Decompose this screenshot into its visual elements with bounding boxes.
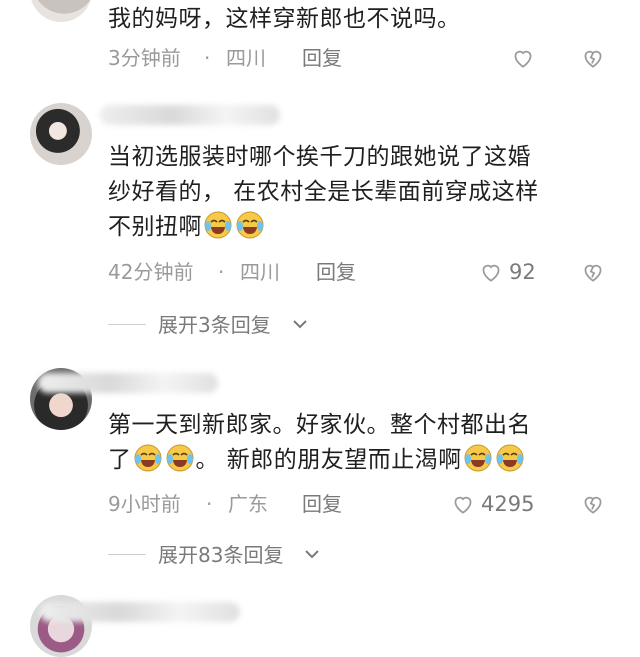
comment-meta: 42分钟前 · 四川 回复 92 <box>108 257 610 287</box>
blurred-username <box>40 602 240 622</box>
crying-laughing-emoji <box>464 444 492 472</box>
separator: · <box>206 492 213 516</box>
comment-text: 当初选服装时哪个挨千刀的跟她说了这婚 纱好看的， 在农村全是长辈面前穿成这样 不… <box>108 140 600 245</box>
comment-line: 不别扭啊 <box>108 214 202 240</box>
reply-button[interactable]: 回复 <box>302 43 342 73</box>
comment-line: 第一天到新郎家。好家伙。整个村都出名 <box>108 412 531 438</box>
avatar[interactable] <box>30 103 92 165</box>
crying-laughing-emoji <box>134 444 161 472</box>
blurred-username <box>38 373 218 393</box>
reply-button[interactable]: 回复 <box>316 257 356 287</box>
reply-button[interactable]: 回复 <box>302 489 342 519</box>
comment-time: 9小时前 <box>108 492 181 516</box>
expand-replies-button[interactable]: 展开3条回复 <box>108 310 368 340</box>
separator: · <box>204 46 211 70</box>
crying-laughing-emoji <box>236 211 264 239</box>
comment-time: 3分钟前 <box>108 46 181 70</box>
heart-outline-icon[interactable] <box>478 259 504 285</box>
expand-replies-label: 展开83条回复 <box>158 543 284 567</box>
comment-text: 我的妈呀，这样穿新郎也不说吗。 <box>108 6 461 32</box>
broken-heart-icon[interactable] <box>580 45 606 71</box>
like-count: 4295 <box>481 492 535 516</box>
comment-time: 42分钟前 <box>108 260 194 284</box>
expand-replies-button[interactable]: 展开83条回复 <box>108 540 368 570</box>
avatar[interactable] <box>30 0 92 22</box>
comment-meta: 3分钟前 · 四川 回复 <box>108 43 610 73</box>
chevron-down-icon <box>293 320 307 329</box>
comment-line-2: 了 。 新郎的朋友望而止渴啊 <box>108 443 600 478</box>
divider <box>108 554 146 555</box>
comment-line: 。 新郎的朋友望而止渴啊 <box>195 447 462 473</box>
comment-location: 四川 <box>226 46 266 70</box>
comment-line: 了 <box>108 447 132 473</box>
comment-meta: 9小时前 · 广东 回复 4295 <box>108 489 610 519</box>
broken-heart-icon[interactable] <box>580 491 606 517</box>
heart-outline-icon[interactable] <box>450 491 476 517</box>
separator: · <box>218 260 225 284</box>
comment-line: 当初选服装时哪个挨千刀的跟她说了这婚 <box>108 144 531 170</box>
crying-laughing-emoji <box>496 444 524 472</box>
comment-location: 广东 <box>228 492 268 516</box>
comment-line-3: 不别扭啊 <box>108 210 600 245</box>
comment-text: 第一天到新郎家。好家伙。整个村都出名 了 。 新郎的朋友望而止渴啊 <box>108 408 600 478</box>
crying-laughing-emoji <box>204 211 232 239</box>
expand-replies-label: 展开3条回复 <box>158 313 271 337</box>
divider <box>108 324 146 325</box>
heart-outline-icon[interactable] <box>510 45 536 71</box>
like-count: 92 <box>509 260 536 284</box>
crying-laughing-emoji <box>166 444 193 472</box>
broken-heart-icon[interactable] <box>580 259 606 285</box>
blurred-username <box>100 105 280 125</box>
comment-location: 四川 <box>240 260 280 284</box>
chevron-down-icon <box>305 550 319 559</box>
comment-line: 纱好看的， 在农村全是长辈面前穿成这样 <box>108 179 539 205</box>
